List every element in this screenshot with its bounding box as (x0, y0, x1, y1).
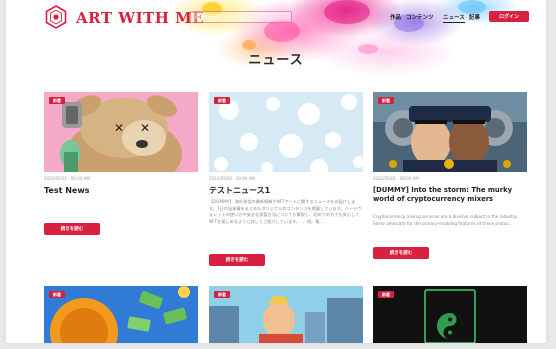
card-thumbnail[interactable]: ✕ ✕ (44, 92, 198, 172)
card-excerpt: 【DUMMY】 海外発信の最新情報やNFTアートに関するニュースをお届けします。… (209, 199, 362, 224)
card-title[interactable]: Test News (44, 186, 198, 196)
news-card[interactable]: 新着 (44, 286, 198, 343)
site-logo-text[interactable]: ART WITH ME (76, 9, 204, 27)
browser-page: ART WITH ME 作品 コンテンツ ニュース 記事 ログイン ニュース ✕… (6, 0, 546, 343)
news-card[interactable]: ✕ ✕ 新着 2022/05/21 · 00:00 AM Test News 続… (44, 92, 198, 242)
card-title[interactable]: [DUMMY] Into the storm: The murky world … (373, 186, 527, 203)
police-officers-image (373, 92, 527, 172)
new-badge: 新着 (214, 97, 230, 104)
page-title: ニュース (248, 53, 304, 68)
news-card[interactable]: 新着 2022/05/01 · 00:00 AM [DUMMY] Into th… (373, 92, 527, 272)
nav-item-articles[interactable]: 記事 (469, 13, 480, 21)
new-badge: 新着 (214, 291, 230, 298)
post-date: 2022/05/01 · 00:00 AM (373, 176, 419, 181)
svg-text:✕: ✕ (114, 121, 124, 135)
cartoon-character-image: ✕ ✕ (44, 92, 198, 172)
new-badge: 新着 (378, 97, 394, 104)
crypto-coin-image (44, 286, 198, 343)
read-more-button[interactable]: 続きを読む (373, 247, 429, 259)
hero-banner: ART WITH ME 作品 コンテンツ ニュース 記事 ログイン ニュース (6, 0, 546, 88)
read-more-button[interactable]: 続きを読む (209, 254, 265, 266)
paint-splash (458, 0, 486, 14)
post-date: 2022/05/02 · 10:00 AM (209, 176, 255, 181)
nav-item-news[interactable]: ニュース (443, 13, 465, 23)
new-badge: 新着 (378, 291, 394, 298)
news-card[interactable]: 新着 2022/05/02 · 10:00 AM テストニュース1 【DUMMY… (209, 92, 363, 270)
svg-text:✕: ✕ (140, 121, 150, 135)
comic-city-image (209, 286, 363, 343)
search-input[interactable] (190, 11, 292, 23)
logo-icon[interactable] (44, 5, 68, 29)
card-excerpt: Cryptocurrency mixing services are a div… (373, 214, 518, 226)
card-thumbnail[interactable] (44, 286, 198, 343)
card-thumbnail[interactable] (373, 92, 527, 172)
yin-yang-image (373, 286, 527, 343)
news-card[interactable]: 新着 (373, 286, 527, 343)
read-more-button[interactable]: 続きを読む (44, 223, 100, 235)
card-thumbnail[interactable] (209, 286, 363, 343)
new-badge: 新着 (49, 97, 65, 104)
news-card[interactable]: 新着 (209, 286, 363, 343)
card-thumbnail[interactable] (373, 286, 527, 343)
card-thumbnail[interactable] (209, 92, 363, 172)
paint-splash (324, 0, 370, 24)
post-date: 2022/05/21 · 00:00 AM (44, 176, 90, 181)
paint-splash (264, 20, 300, 42)
nav-item-works[interactable]: 作品 (390, 13, 401, 21)
card-title[interactable]: テストニュース1 (209, 186, 363, 196)
nav-item-contents[interactable]: コンテンツ (406, 13, 434, 21)
dotted-pattern-image (209, 92, 363, 172)
new-badge: 新着 (49, 291, 65, 298)
login-button[interactable]: ログイン (489, 11, 529, 22)
